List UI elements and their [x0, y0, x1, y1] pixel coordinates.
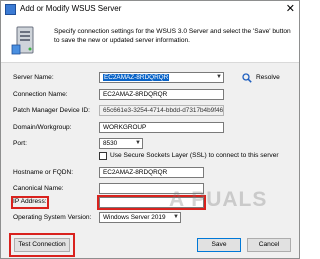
watermark: A PUALS [169, 188, 268, 211]
server-icon [11, 26, 34, 55]
header-description: Specify connection settings for the WSUS… [54, 28, 291, 44]
server-name-combo[interactable]: EC2AMAZ-8RDQRQR ▼ [99, 72, 224, 83]
os-version-value: Windows Server 2019 [103, 214, 166, 221]
patch-manager-id-label: Patch Manager Device ID: [13, 107, 90, 114]
resolve-button[interactable]: Resolve [256, 74, 280, 81]
server-name-value: EC2AMAZ-8RDQRQR [103, 74, 170, 81]
chevron-down-icon[interactable]: ▼ [216, 73, 222, 82]
close-icon[interactable]: ✕ [286, 2, 295, 16]
ssl-checkbox[interactable] [99, 152, 107, 160]
window-title: Add or Modify WSUS Server [20, 4, 122, 13]
cancel-button[interactable]: Cancel [247, 238, 291, 252]
connection-name-field[interactable]: EC2AMAZ-8RDQRQR [99, 89, 224, 100]
server-name-label: Server Name: [13, 74, 54, 81]
dialog-header: Specify connection settings for the WSUS… [1, 19, 299, 63]
save-button[interactable]: Save [197, 238, 241, 252]
port-label: Port: [13, 140, 27, 147]
domain-label: Domain/Workgroup: [13, 124, 72, 131]
search-icon[interactable] [242, 73, 252, 83]
port-value: 8530 [103, 140, 118, 147]
canonical-name-label: Canonical Name: [13, 185, 64, 192]
connection-name-label: Connection Name: [13, 91, 68, 98]
port-combo[interactable]: 8530 ▼ [99, 138, 143, 149]
os-version-label: Operating System Version: [13, 214, 92, 221]
wsus-server-dialog: Add or Modify WSUS Server ✕ Specify conn… [0, 0, 300, 259]
test-connection-highlight [9, 233, 75, 257]
chevron-down-icon[interactable]: ▼ [135, 139, 141, 148]
hostname-field[interactable]: EC2AMAZ-8RDQRQR [99, 167, 204, 178]
ip-address-label: IP Address: [13, 198, 47, 205]
title-bar: Add or Modify WSUS Server ✕ [1, 1, 299, 19]
os-version-combo[interactable]: Windows Server 2019 ▼ [99, 212, 181, 223]
chevron-down-icon[interactable]: ▼ [173, 213, 179, 222]
ssl-label: Use Secure Sockets Layer (SSL) to connec… [110, 152, 279, 159]
app-icon [5, 4, 16, 15]
hostname-label: Hostname or FQDN: [13, 169, 74, 176]
domain-field[interactable]: WORKGROUP [99, 122, 224, 133]
patch-manager-id-field: 65c661e3-3254-4714-bbdd-d7317b4b9f46 [99, 105, 224, 116]
